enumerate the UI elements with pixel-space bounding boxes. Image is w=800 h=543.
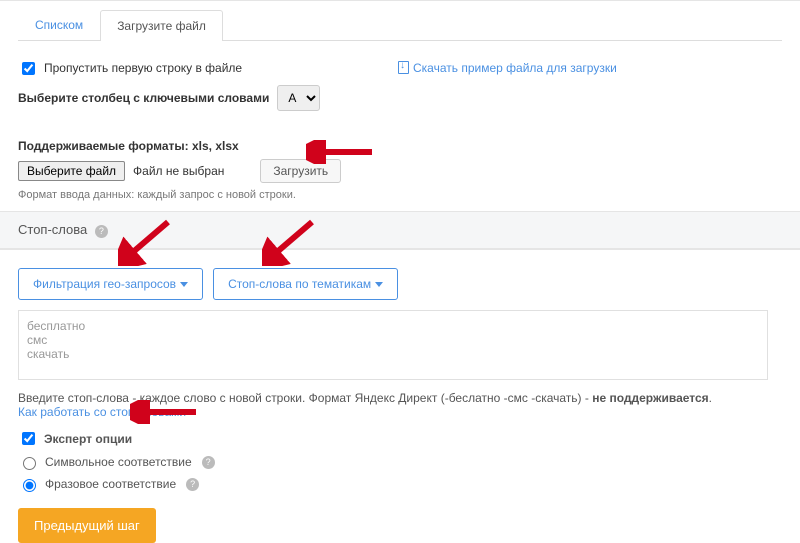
phrase-match-radio[interactable] xyxy=(23,479,36,492)
skip-first-label: Пропустить первую строку в файле xyxy=(44,61,242,75)
select-column-label: Выберите столбец с ключевыми словами xyxy=(18,91,269,105)
column-select[interactable]: A xyxy=(277,85,320,111)
stopwords-theme-dropdown[interactable]: Стоп-слова по тематикам xyxy=(213,268,398,300)
upload-tabs: Списком Загрузите файл xyxy=(18,9,782,41)
tab-list[interactable]: Списком xyxy=(18,9,100,40)
file-name-label: Файл не выбран xyxy=(133,164,224,178)
help-icon[interactable]: ? xyxy=(186,478,199,491)
formats-label: Поддерживаемые форматы: xls, xlsx xyxy=(18,139,782,153)
chevron-down-icon xyxy=(375,282,383,287)
tab-upload[interactable]: Загрузите файл xyxy=(100,10,223,41)
previous-step-button[interactable]: Предыдущий шаг xyxy=(18,508,156,543)
download-example-link[interactable]: Скачать пример файла для загрузки xyxy=(398,61,617,75)
expert-options-toggle[interactable]: Эксперт опции xyxy=(18,429,782,448)
symbol-match-option[interactable]: Символьное соответствие ? xyxy=(18,454,782,470)
file-download-icon xyxy=(398,61,409,74)
symbol-match-radio[interactable] xyxy=(23,457,36,470)
stopwords-note: Введите стоп-слова - каждое слово с ново… xyxy=(18,391,782,405)
skip-first-checkbox[interactable] xyxy=(22,62,35,75)
skip-first-row[interactable]: Пропустить первую строку в файле xyxy=(18,59,242,78)
expert-checkbox[interactable] xyxy=(22,432,35,445)
stopwords-section-header: Стоп-слова ? xyxy=(0,211,800,249)
choose-file-button[interactable]: Выберите файл xyxy=(18,161,125,181)
phrase-match-option[interactable]: Фразовое соответствие ? xyxy=(18,476,782,492)
help-icon[interactable]: ? xyxy=(95,225,108,238)
stopwords-help-link[interactable]: Как работать со стоп-словами xyxy=(18,405,186,419)
stopwords-textarea[interactable] xyxy=(18,310,768,380)
chevron-down-icon xyxy=(180,282,188,287)
geo-filter-dropdown[interactable]: Фильтрация гео-запросов xyxy=(18,268,203,300)
help-icon[interactable]: ? xyxy=(202,456,215,469)
format-hint: Формат ввода данных: каждый запрос с нов… xyxy=(18,189,782,201)
upload-button[interactable]: Загрузить xyxy=(260,159,341,183)
